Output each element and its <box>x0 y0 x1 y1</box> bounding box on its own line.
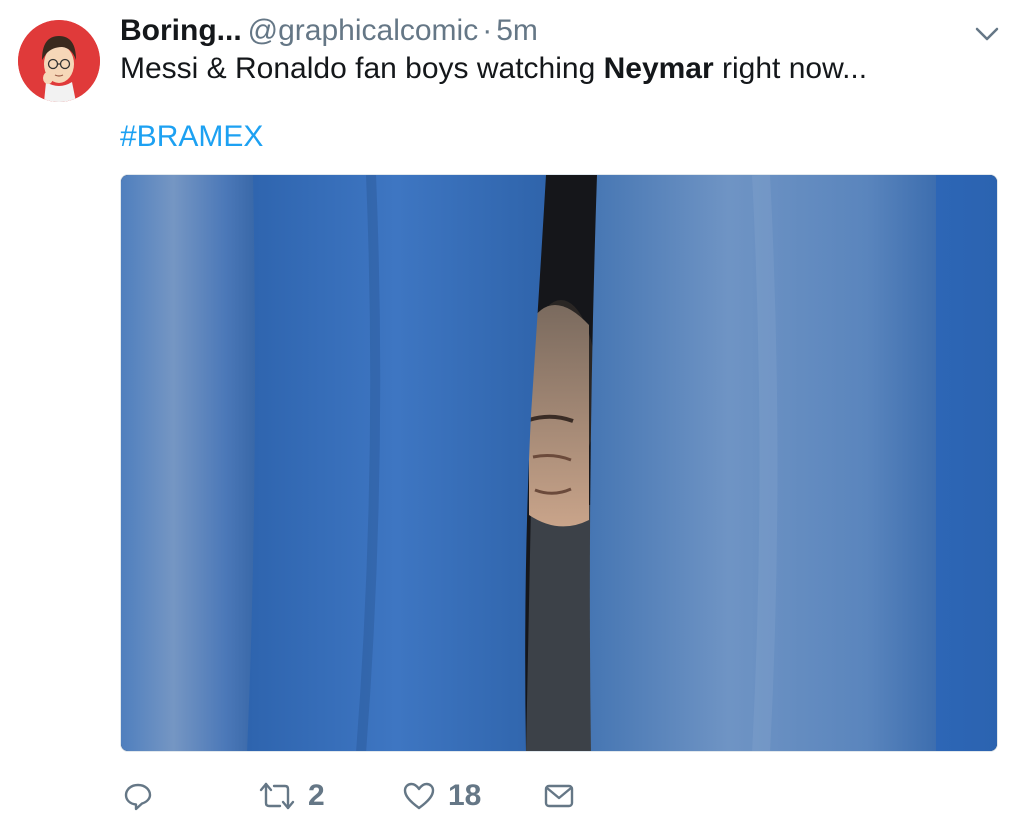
like-count: 18 <box>448 779 482 812</box>
retweet-icon <box>259 782 295 810</box>
avatar-cartoon-image <box>18 20 100 102</box>
direct-message-button[interactable] <box>542 778 576 814</box>
tweet-text-part: Messi & Ronaldo fan boys watching <box>120 52 604 85</box>
retweet-count: 2 <box>308 779 325 812</box>
tweet-header: Boring... @graphicalcomic · 5m <box>120 12 538 50</box>
tweet-media-image[interactable] <box>120 174 998 752</box>
tweet-card: Boring... @graphicalcomic · 5m Messi & Rona… <box>0 0 1024 824</box>
user-handle[interactable]: @graphicalcomic <box>248 14 479 47</box>
tweet-text-bold: Neymar <box>603 52 714 85</box>
hashtag-link[interactable]: #BRAMEX <box>120 118 263 156</box>
tweet-text: Messi & Ronaldo fan boys watching Neymar… <box>120 50 867 88</box>
avatar[interactable] <box>18 20 100 102</box>
heart-icon <box>403 782 435 810</box>
chevron-down-icon[interactable] <box>972 22 1002 46</box>
timestamp[interactable]: 5m <box>496 14 538 47</box>
envelope-icon <box>544 784 574 808</box>
tweet-actions: 2 18 <box>120 778 1000 814</box>
curtain-photo <box>121 175 997 751</box>
like-button[interactable]: 18 <box>402 778 481 814</box>
retweet-button[interactable]: 2 <box>258 778 325 814</box>
reply-button[interactable] <box>122 778 154 814</box>
display-name[interactable]: Boring... <box>120 14 242 47</box>
tweet-text-part: right now... <box>713 52 868 85</box>
separator-dot: · <box>482 14 493 47</box>
reply-icon <box>124 783 152 811</box>
